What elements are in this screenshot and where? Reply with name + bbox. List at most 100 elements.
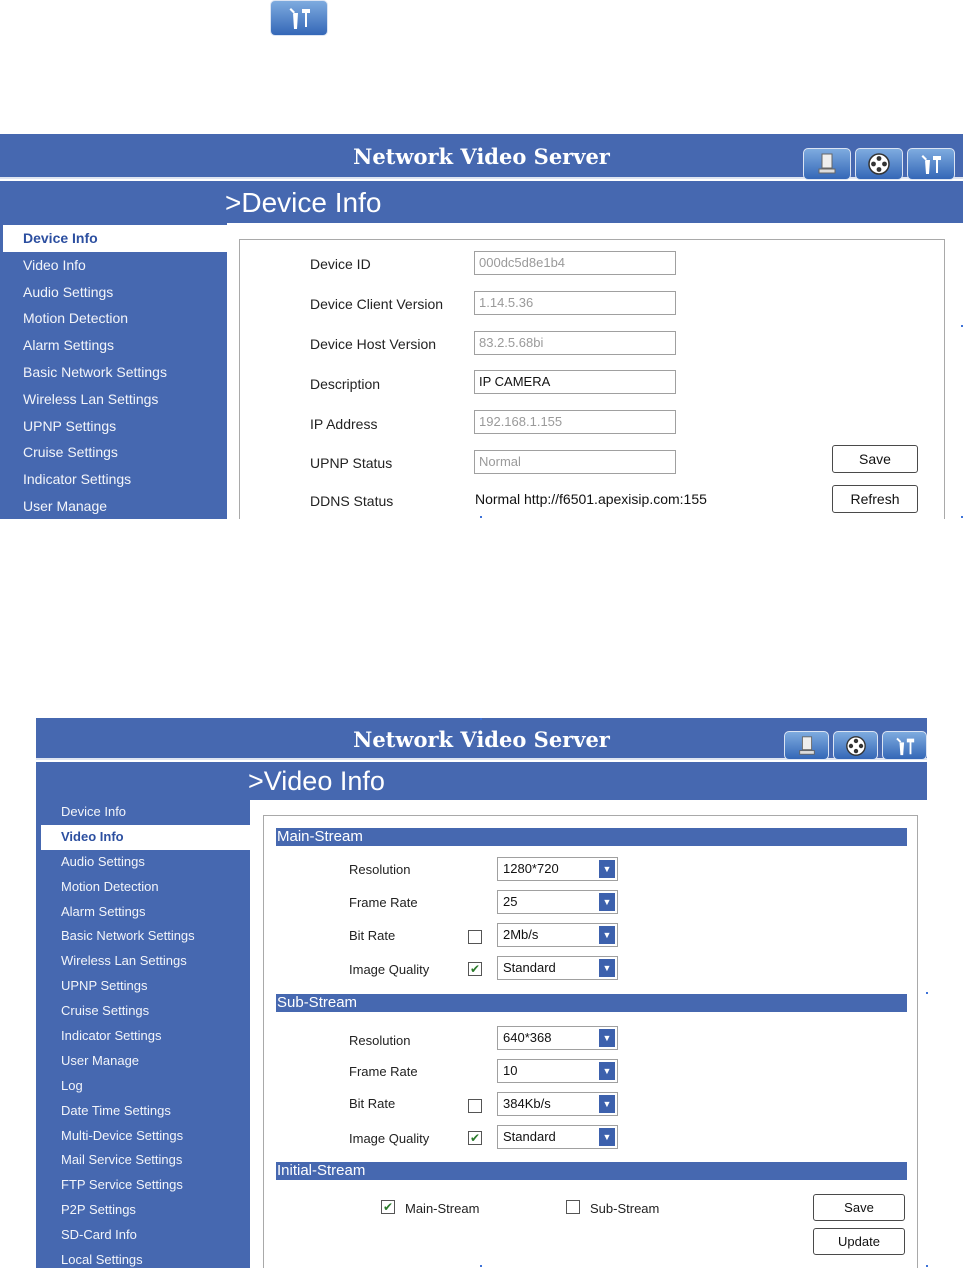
main-resolution-label: Resolution: [349, 862, 411, 877]
sub-frame-rate-label: Frame Rate: [349, 1064, 418, 1079]
sidebar-item-motion-detection[interactable]: Motion Detection: [36, 875, 250, 900]
header-icons: [803, 148, 955, 180]
tools-icon[interactable]: [882, 731, 927, 760]
device-host-version-field: 83.2.5.68bi: [474, 331, 676, 355]
description-label: Description: [310, 376, 381, 392]
sidebar-item-wireless-lan-settings[interactable]: Wireless Lan Settings: [36, 949, 250, 974]
main-bit-rate-select[interactable]: 2Mb/s ▼: [497, 923, 618, 947]
sidebar-item-device-info[interactable]: Device Info: [3, 225, 227, 252]
sidebar-item-audio-settings[interactable]: Audio Settings: [36, 850, 250, 875]
sidebar-item-audio-settings[interactable]: Audio Settings: [0, 279, 227, 306]
sidebar-item-alarm-settings[interactable]: Alarm Settings: [36, 900, 250, 925]
chevron-down-icon: ▼: [599, 926, 615, 944]
device-id-label: Device ID: [310, 256, 371, 272]
refresh-button[interactable]: Refresh: [832, 485, 918, 513]
chevron-down-icon: ▼: [599, 860, 615, 878]
sub-image-quality-label: Image Quality: [349, 1131, 430, 1146]
main-bit-rate-checkbox[interactable]: [468, 930, 482, 944]
sidebar-item-video-info[interactable]: Video Info: [0, 252, 227, 279]
description-field[interactable]: IP CAMERA: [474, 370, 676, 394]
save-button[interactable]: Save: [813, 1194, 905, 1221]
sidebar-item-upnp-settings[interactable]: UPNP Settings: [36, 974, 250, 999]
main-frame-rate-select[interactable]: 25 ▼: [497, 890, 618, 914]
ip-address-field: 192.168.1.155: [474, 410, 676, 434]
sidebar-item-video-info[interactable]: Video Info: [41, 824, 250, 850]
sidebar-item-sd-card-info[interactable]: SD-Card Info: [36, 1223, 250, 1248]
sidebar-item-p2p-settings[interactable]: P2P Settings: [36, 1198, 250, 1223]
selection-marker: [480, 1265, 482, 1267]
sidebar-item-user-manage[interactable]: User Manage: [0, 493, 227, 519]
main-image-quality-select[interactable]: Standard ▼: [497, 956, 618, 980]
sub-bit-rate-select[interactable]: 384Kb/s ▼: [497, 1092, 618, 1116]
device-info-form: Device ID 000dc5d8e1b4 Device Client Ver…: [239, 239, 945, 519]
initial-sub-stream-label: Sub-Stream: [590, 1201, 660, 1216]
selection-marker: [480, 718, 482, 720]
chevron-down-icon: ▼: [599, 959, 615, 977]
sidebar-item-mail-service-settings[interactable]: Mail Service Settings: [36, 1148, 250, 1173]
sub-bit-rate-checkbox[interactable]: [468, 1099, 482, 1113]
sidebar-item-device-info[interactable]: Device Info: [36, 800, 250, 825]
sub-frame-rate-select[interactable]: 10 ▼: [497, 1059, 618, 1083]
chevron-down-icon: ▼: [599, 1029, 615, 1047]
computer-icon[interactable]: [803, 148, 851, 180]
main-resolution-value: 1280*720: [503, 861, 559, 876]
sidebar-item-date-time-settings[interactable]: Date Time Settings: [36, 1099, 250, 1124]
sidebar-item-basic-network-settings[interactable]: Basic Network Settings: [0, 359, 227, 386]
sidebar-item-user-manage[interactable]: User Manage: [36, 1049, 250, 1074]
video-info-panel: Network Video Server >Video Info Device …: [36, 718, 927, 1268]
sidebar-item-indicator-settings[interactable]: Indicator Settings: [0, 466, 227, 493]
sidebar-item-upnp-settings[interactable]: UPNP Settings: [0, 413, 227, 440]
page-title: >Video Info: [248, 766, 385, 796]
ddns-status-label: DDNS Status: [310, 493, 394, 509]
initial-sub-stream-checkbox[interactable]: [566, 1200, 580, 1214]
main-image-quality-label: Image Quality: [349, 962, 430, 977]
sidebar-item-cruise-settings[interactable]: Cruise Settings: [0, 439, 227, 466]
ddns-status-value: Normal http://f6501.apexisip.com:155: [475, 491, 707, 507]
sidebar-nav: Device Info Video Info Audio Settings Mo…: [0, 223, 227, 519]
sidebar-item-local-settings[interactable]: Local Settings: [36, 1248, 250, 1268]
main-resolution-select[interactable]: 1280*720 ▼: [497, 857, 618, 881]
video-info-form: Main-Stream Resolution 1280*720 ▼ Frame …: [263, 815, 918, 1268]
sidebar-item-motion-detection[interactable]: Motion Detection: [0, 305, 227, 332]
selection-marker: [926, 1265, 928, 1267]
sidebar-nav: Device Info Video Info Audio Settings Mo…: [36, 800, 250, 1268]
chevron-down-icon: ▼: [599, 1095, 615, 1113]
main-stream-section-title: Main-Stream: [276, 828, 907, 846]
sub-resolution-label: Resolution: [349, 1033, 411, 1048]
main-bit-rate-value: 2Mb/s: [503, 927, 539, 942]
sidebar-item-basic-network-settings[interactable]: Basic Network Settings: [36, 924, 250, 949]
film-reel-icon[interactable]: [833, 731, 878, 760]
selection-marker: [480, 516, 482, 518]
tools-icon[interactable]: [270, 0, 328, 36]
main-image-quality-value: Standard: [503, 960, 556, 975]
sub-image-quality-checkbox[interactable]: ✔: [468, 1131, 482, 1145]
computer-icon[interactable]: [784, 731, 829, 760]
update-button[interactable]: Update: [813, 1228, 905, 1255]
initial-main-stream-label: Main-Stream: [405, 1201, 480, 1216]
sidebar-item-ftp-service-settings[interactable]: FTP Service Settings: [36, 1173, 250, 1198]
main-frame-rate-label: Frame Rate: [349, 895, 418, 910]
main-frame-rate-value: 25: [503, 894, 518, 909]
sub-stream-section-title: Sub-Stream: [276, 994, 907, 1012]
upnp-status-label: UPNP Status: [310, 455, 393, 471]
initial-main-stream-checkbox[interactable]: ✔: [381, 1200, 395, 1214]
sidebar-item-log[interactable]: Log: [36, 1074, 250, 1099]
film-reel-icon[interactable]: [855, 148, 903, 180]
sidebar-item-indicator-settings[interactable]: Indicator Settings: [36, 1024, 250, 1049]
save-button[interactable]: Save: [832, 445, 918, 473]
header-icons: [784, 731, 927, 760]
sidebar-item-alarm-settings[interactable]: Alarm Settings: [0, 332, 227, 359]
selection-marker: [926, 992, 928, 994]
initial-stream-section-title: Initial-Stream: [276, 1162, 907, 1180]
sub-resolution-select[interactable]: 640*368 ▼: [497, 1026, 618, 1050]
sidebar-item-multi-device-settings[interactable]: Multi-Device Settings: [36, 1124, 250, 1149]
sub-image-quality-select[interactable]: Standard ▼: [497, 1125, 618, 1149]
device-host-version-label: Device Host Version: [310, 336, 437, 352]
device-id-field: 000dc5d8e1b4: [474, 251, 676, 275]
device-info-panel: Network Video Server >Device Info Device…: [0, 134, 963, 519]
main-image-quality-checkbox[interactable]: ✔: [468, 962, 482, 976]
sidebar-item-cruise-settings[interactable]: Cruise Settings: [36, 999, 250, 1024]
sub-bit-rate-label: Bit Rate: [349, 1096, 396, 1111]
tools-icon[interactable]: [907, 148, 955, 180]
sidebar-item-wireless-lan-settings[interactable]: Wireless Lan Settings: [0, 386, 227, 413]
